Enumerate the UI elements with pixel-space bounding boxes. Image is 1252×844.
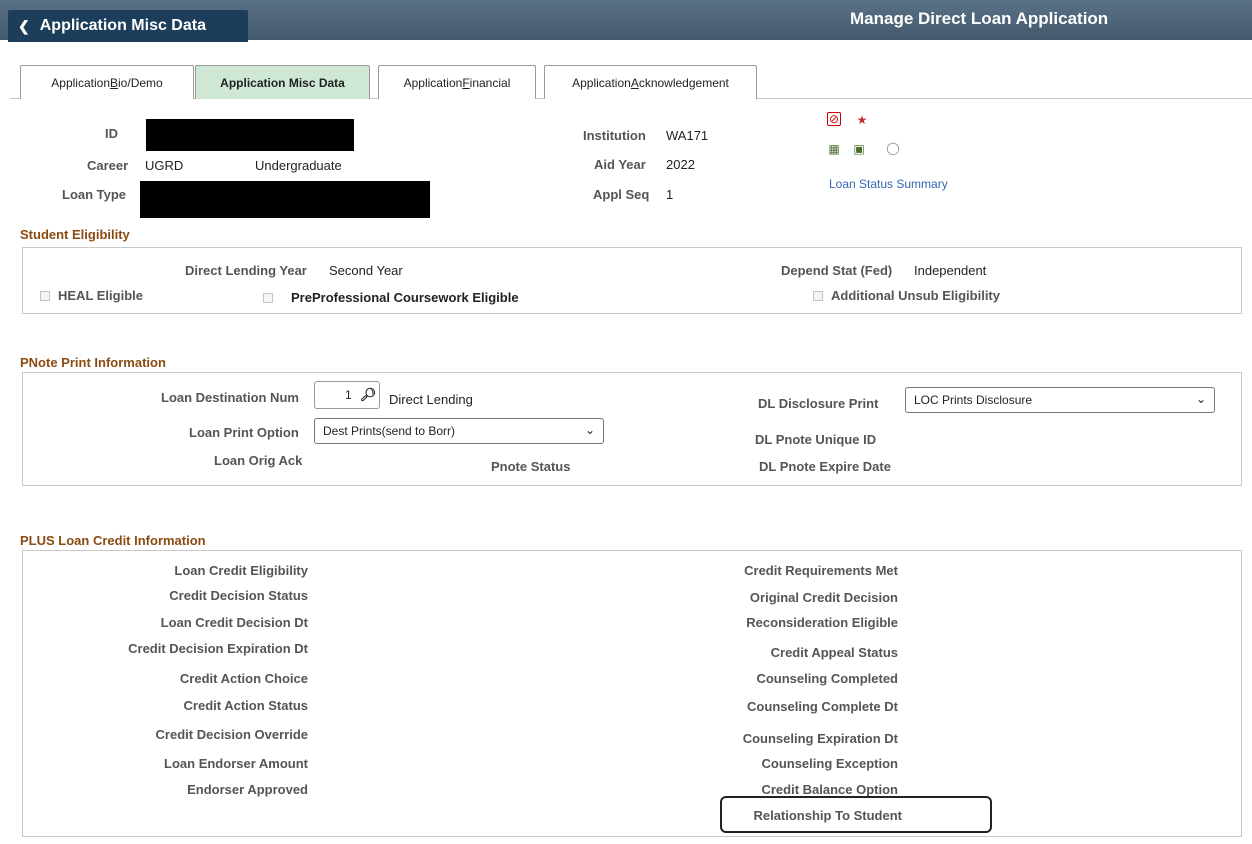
plus-right-label: Original Credit Decision bbox=[749, 590, 898, 605]
loan-status-summary-link[interactable]: Loan Status Summary bbox=[829, 177, 948, 191]
student-eligibility-box bbox=[22, 247, 1242, 314]
plus-left-label: Loan Endorser Amount bbox=[164, 756, 308, 771]
highlight-box bbox=[720, 796, 992, 833]
loan-type-redacted bbox=[140, 181, 430, 218]
loan-orig-ack-label: Loan Orig Ack bbox=[214, 453, 303, 468]
career-code: UGRD bbox=[145, 158, 184, 173]
loan-destination-num-input[interactable]: 1 🔎︎ bbox=[314, 381, 380, 409]
notes-icon[interactable]: ▣ bbox=[852, 142, 866, 156]
checkbox-box bbox=[813, 290, 823, 301]
plus-left-label: Loan Credit Eligibility bbox=[174, 563, 308, 578]
plus-left-label: Credit Action Status bbox=[183, 698, 308, 713]
prohibit-icon[interactable]: ⊘ bbox=[827, 112, 841, 126]
dl-pnote-unique-id-label: DL Pnote Unique ID bbox=[755, 432, 877, 447]
loan-type-label: Loan Type bbox=[62, 187, 127, 202]
institution-label: Institution bbox=[583, 128, 646, 143]
tab-acknowledgement[interactable]: Application Acknowledgement bbox=[544, 65, 757, 99]
plus-left-label: Credit Decision Expiration Dt bbox=[128, 641, 308, 656]
checkbox-box bbox=[263, 292, 273, 303]
document-icon[interactable]: ▦ bbox=[827, 142, 841, 156]
appl-seq-label: Appl Seq bbox=[593, 187, 650, 202]
plus-right-label: Counseling Expiration Dt bbox=[742, 731, 898, 746]
aid-year-label: Aid Year bbox=[594, 157, 646, 172]
checkbox-box bbox=[40, 290, 50, 301]
plus-left-label: Credit Decision Status bbox=[169, 588, 308, 603]
plus-left-label: Loan Credit Decision Dt bbox=[160, 615, 308, 630]
plus-right-label: Reconsideration Eligible bbox=[746, 615, 898, 630]
chevron-left-icon: ❮ bbox=[18, 17, 30, 34]
page-title: Manage Direct Loan Application bbox=[850, 9, 1109, 28]
id-value-redacted bbox=[146, 119, 354, 151]
comment-icon[interactable]: ◯ bbox=[886, 141, 900, 155]
aid-year-value: 2022 bbox=[666, 157, 695, 172]
student-eligibility-title: Student Eligibility bbox=[20, 227, 130, 242]
id-label: ID bbox=[105, 126, 118, 141]
plus-right-label: Credit Balance Option bbox=[761, 782, 898, 797]
loan-print-option-select[interactable]: Dest Prints(send to Borr) ⌄ bbox=[314, 418, 604, 444]
plus-left-label: Credit Action Choice bbox=[179, 671, 308, 686]
plus-right-label: Counseling Completed bbox=[756, 671, 898, 686]
plus-right-label: Credit Appeal Status bbox=[770, 645, 898, 660]
depend-stat-value: Independent bbox=[914, 263, 987, 278]
institution-value: WA171 bbox=[666, 128, 709, 143]
career-description: Undergraduate bbox=[255, 158, 342, 173]
search-icon[interactable]: 🔎︎ bbox=[360, 387, 377, 403]
dl-disclosure-print-select[interactable]: LOC Prints Disclosure ⌄ bbox=[905, 387, 1215, 413]
tab-financial[interactable]: Application Financial bbox=[378, 65, 536, 99]
back-button[interactable]: ❮ Application Misc Data bbox=[8, 10, 248, 42]
loan-destination-num-label: Loan Destination Num bbox=[161, 390, 299, 405]
heal-eligible-checkbox[interactable]: HEAL Eligible bbox=[40, 288, 143, 303]
chevron-down-icon: ⌄ bbox=[584, 423, 595, 437]
additional-unsub-checkbox[interactable]: Additional Unsub Eligibility bbox=[813, 288, 1000, 303]
tab-misc-data[interactable]: Application Misc Data bbox=[195, 65, 370, 99]
plus-loan-credit-title: PLUS Loan Credit Information bbox=[20, 533, 206, 548]
direct-lending-year-label: Direct Lending Year bbox=[185, 263, 307, 278]
loan-destination-desc: Direct Lending bbox=[389, 392, 473, 407]
dl-disclosure-print-label: DL Disclosure Print bbox=[758, 396, 879, 411]
dl-pnote-expire-date-label: DL Pnote Expire Date bbox=[759, 459, 891, 474]
star-icon[interactable]: ★ bbox=[855, 113, 869, 127]
direct-lending-year-value: Second Year bbox=[329, 263, 403, 278]
pnote-status-label: Pnote Status bbox=[491, 459, 571, 474]
plus-left-label: Credit Decision Override bbox=[155, 727, 308, 742]
tab-bio-demo[interactable]: Application Bio/Demo bbox=[20, 65, 194, 99]
tab-bar: Application Bio/Demo Application Misc Da… bbox=[10, 65, 1252, 99]
plus-right-label: Counseling Complete Dt bbox=[747, 699, 898, 714]
depend-stat-label: Depend Stat (Fed) bbox=[781, 263, 893, 278]
chevron-down-icon: ⌄ bbox=[1195, 392, 1206, 406]
plus-right-label: Counseling Exception bbox=[761, 756, 898, 771]
career-label: Career bbox=[87, 158, 129, 173]
loan-print-option-label: Loan Print Option bbox=[189, 425, 299, 440]
appl-seq-value: 1 bbox=[666, 187, 674, 202]
plus-right-label: Credit Requirements Met bbox=[744, 563, 898, 578]
preprofessional-checkbox[interactable]: PreProfessional Coursework Eligible bbox=[263, 290, 519, 305]
plus-left-label: Endorser Approved bbox=[187, 782, 308, 797]
pnote-print-title: PNote Print Information bbox=[20, 355, 166, 370]
back-button-label: Application Misc Data bbox=[39, 17, 206, 34]
